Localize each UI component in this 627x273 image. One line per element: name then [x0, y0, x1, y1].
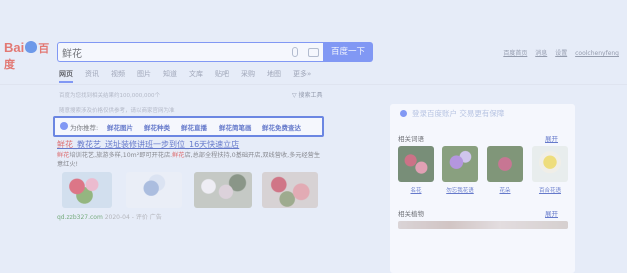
result-image[interactable]	[262, 172, 318, 208]
tab-images[interactable]: 图片	[137, 69, 151, 83]
tab-tieba[interactable]: 贴吧	[215, 69, 229, 83]
result-image[interactable]	[62, 172, 112, 208]
logo-text: Bai	[4, 40, 25, 55]
desc-highlight: 鲜花	[57, 152, 70, 159]
tab-bar: 网页 资讯 视频 图片 知道 文库 贴吧 采购 地图 更多»	[59, 69, 323, 83]
ad-badge: 广告	[149, 214, 162, 221]
search-input[interactable]: 鲜花	[57, 42, 323, 62]
flower-name-link[interactable]: 勿忘我花语	[440, 186, 480, 194]
evaluate-label: 评价	[135, 214, 148, 221]
page: Bai 百度 鲜花 百度一下 百度首页 消息 设置 coolchenyfeng 网…	[0, 0, 627, 273]
result-count: 百度为您找到相关结果约100,000,000个	[59, 93, 160, 99]
tab-divider	[0, 84, 627, 85]
camera-icon[interactable]	[308, 48, 319, 57]
link-user[interactable]: coolchenyfeng	[575, 50, 619, 57]
related-words-heading: 相关词语	[398, 135, 424, 143]
tab-more[interactable]: 更多»	[293, 69, 311, 83]
recommend-box: 为你推荐: 鲜花图片 鲜花种类 鲜花直播 鲜花简笔画 鲜花免费查达	[53, 116, 324, 137]
link-settings[interactable]: 设置	[555, 50, 567, 57]
recommend-item[interactable]: 鲜花简笔画	[219, 122, 252, 132]
tab-news[interactable]: 资讯	[85, 69, 99, 83]
recommend-item[interactable]: 鲜花免费查达	[262, 122, 301, 132]
expand-link[interactable]: 展开	[545, 133, 558, 143]
plant-images-strip[interactable]	[398, 221, 568, 229]
tab-map[interactable]: 地图	[267, 69, 281, 83]
search-tools-button[interactable]: ▽ 搜索工具	[292, 90, 323, 99]
right-panel: 登录百度账户 交易更有保障 相关词语 展开 名花 勿忘我花语 花朵 百合花语 相…	[390, 104, 575, 273]
evaluate-link[interactable]: - 评价	[132, 214, 148, 221]
title-text: _教花艺_送址装修讲班一步到位_16天快速立店	[73, 140, 240, 149]
search-tools-label: 搜索工具	[298, 92, 323, 99]
price-hint: 随意搜索涉及价格仅供参考，请以商家官网为准	[59, 108, 175, 114]
tab-zhidao[interactable]: 知道	[163, 69, 177, 83]
flower-name-link[interactable]: 名花	[396, 186, 436, 194]
result-url[interactable]: qd.zzb327.com	[57, 214, 103, 221]
tab-web[interactable]: 网页	[59, 69, 73, 83]
microphone-icon[interactable]	[292, 47, 298, 57]
recommend-label: 为你推荐:	[70, 124, 99, 132]
search-query: 鲜花	[62, 49, 82, 60]
desc-highlight: 鲜花	[172, 152, 185, 159]
paw-icon	[25, 41, 38, 53]
result-image[interactable]	[194, 172, 252, 208]
link-messages[interactable]: 消息	[535, 50, 547, 57]
tab-wenku[interactable]: 文库	[189, 69, 203, 83]
top-links: 百度首页 消息 设置 coolchenyfeng	[497, 48, 619, 57]
shield-icon	[400, 110, 407, 117]
result-description: 鲜花培训花艺,旅游多样,10m²即可开花店.鲜花店,总部全程扶持,0基础开店,双…	[57, 151, 325, 169]
desc-text: 培训花艺,旅游多样,10m²即可开花店.	[69, 152, 173, 159]
recommend-item[interactable]: 鲜花种类	[144, 122, 170, 132]
search-button[interactable]: 百度一下	[323, 42, 373, 62]
tab-video[interactable]: 视频	[111, 69, 125, 83]
link-baidu-home[interactable]: 百度首页	[503, 50, 527, 57]
related-plants-heading: 相关植物	[398, 210, 424, 218]
flower-image[interactable]	[487, 146, 523, 182]
flower-name-link[interactable]: 百合花语	[530, 186, 570, 194]
result-source: qd.zzb327.com 2020-04 - 评价 广告	[57, 212, 162, 221]
recommend-icon	[60, 122, 68, 130]
baidu-logo[interactable]: Bai 百度	[4, 40, 54, 71]
expand-link[interactable]: 展开	[545, 208, 558, 218]
recommend-item[interactable]: 鲜花图片	[107, 122, 133, 132]
tab-purchase[interactable]: 采购	[241, 69, 255, 83]
result-image[interactable]	[126, 172, 182, 208]
result-date: 2020-04	[104, 214, 130, 221]
flower-image[interactable]	[532, 146, 568, 182]
result-title-link[interactable]: 鲜花_教花艺_送址装修讲班一步到位_16天快速立店	[57, 139, 239, 150]
recommend-item[interactable]: 鲜花直播	[181, 122, 207, 132]
login-tip[interactable]: 登录百度账户 交易更有保障	[412, 108, 504, 119]
flower-image[interactable]	[398, 146, 434, 182]
title-highlight: 鲜花	[57, 140, 73, 149]
flower-image[interactable]	[442, 146, 478, 182]
flower-name-link[interactable]: 花朵	[485, 186, 525, 194]
